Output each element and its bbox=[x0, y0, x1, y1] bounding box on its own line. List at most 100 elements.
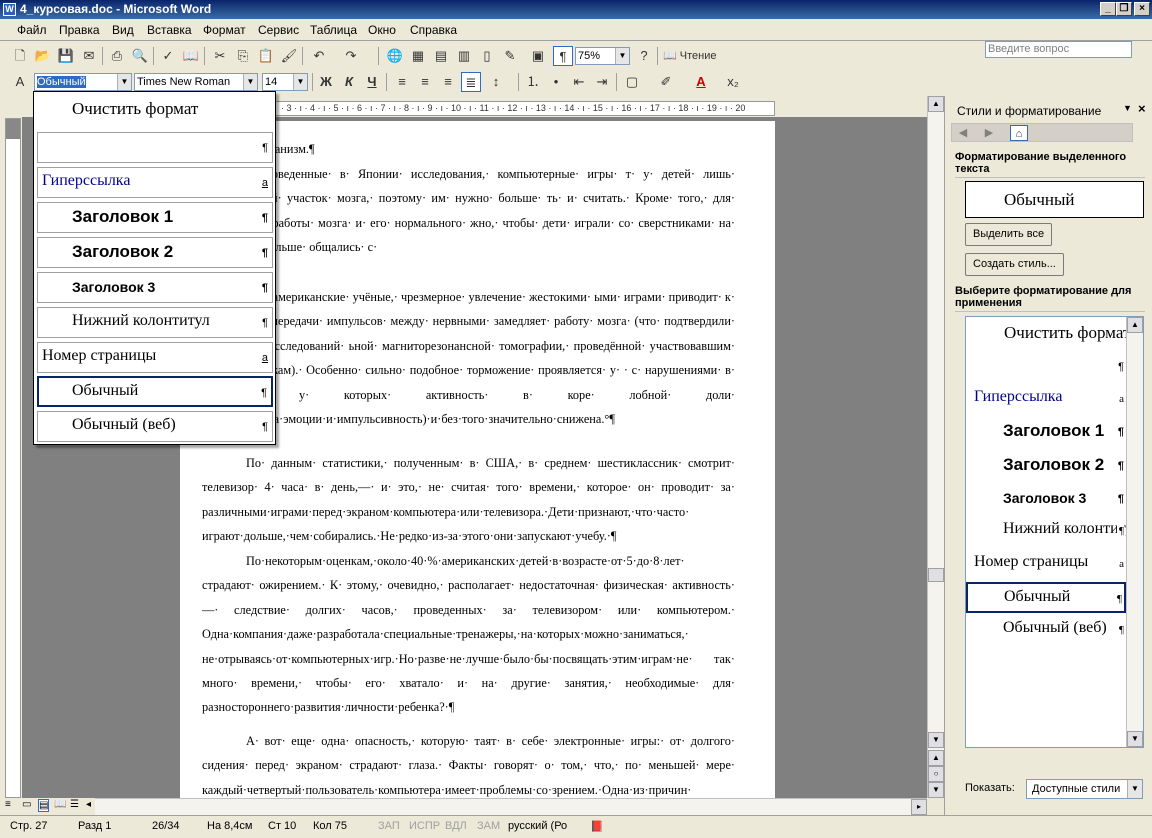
underline-button[interactable]: Ч bbox=[362, 72, 382, 92]
dropdown-style-clear-format[interactable]: Очистить формат bbox=[37, 95, 273, 126]
dropdown-style-normal-web[interactable]: Обычный (веб) ¶ bbox=[37, 411, 273, 442]
insert-table-icon[interactable]: ▤ bbox=[431, 46, 451, 66]
status-track-changes[interactable]: ИСПР bbox=[409, 820, 440, 832]
borders-icon[interactable]: ▢ bbox=[622, 72, 642, 92]
styles-list-scrollbar[interactable]: ▲ ▼ bbox=[1126, 317, 1143, 747]
horizontal-scrollbar[interactable]: ▸ bbox=[95, 798, 927, 815]
paragraph[interactable]: выявили· проведенные· в· Японии· исследо… bbox=[202, 162, 735, 282]
drawing-icon[interactable]: ✎ bbox=[500, 46, 520, 66]
copy-icon[interactable]: ⎘ bbox=[233, 46, 253, 66]
menu-insert[interactable]: Вставка bbox=[147, 23, 192, 37]
new-document-icon[interactable]: 🗋 bbox=[10, 46, 30, 66]
cut-icon[interactable]: ✂ bbox=[210, 46, 230, 66]
pane-style-blank[interactable]: ¶ bbox=[966, 352, 1126, 383]
bold-button[interactable]: Ж bbox=[316, 72, 336, 92]
new-style-button[interactable]: Создать стиль... bbox=[965, 253, 1064, 276]
highlight-icon[interactable]: ✐ bbox=[656, 72, 676, 92]
dropdown-style-hyperlink[interactable]: Гиперссылка a bbox=[37, 167, 273, 198]
scroll-down-icon[interactable]: ▼ bbox=[1127, 731, 1143, 747]
show-hide-marks-icon[interactable]: ¶ bbox=[553, 46, 573, 66]
align-center-icon[interactable]: ≡ bbox=[415, 72, 435, 92]
subscript-icon[interactable]: x₂ bbox=[723, 72, 743, 92]
pane-style-heading2[interactable]: Заголовок 2 ¶ bbox=[966, 451, 1126, 482]
zoom-combo[interactable]: 75% ▼ bbox=[575, 47, 630, 65]
styles-pane-icon[interactable]: A bbox=[10, 72, 30, 92]
print-icon[interactable]: ⎙ bbox=[107, 46, 127, 66]
dropdown-style-heading1[interactable]: Заголовок 1 ¶ bbox=[37, 202, 273, 233]
minimize-button[interactable]: _ bbox=[1100, 2, 1116, 16]
scroll-thumb[interactable] bbox=[928, 568, 944, 582]
menu-edit[interactable]: Правка bbox=[59, 23, 100, 37]
menu-window[interactable]: Окно bbox=[368, 23, 396, 37]
paragraph[interactable]: йствие·на·организм.¶ bbox=[202, 137, 735, 161]
forward-icon[interactable]: ▶ bbox=[980, 125, 998, 141]
vertical-ruler[interactable] bbox=[5, 118, 21, 798]
permission-icon[interactable]: ✉ bbox=[79, 46, 99, 66]
close-button[interactable]: × bbox=[1134, 2, 1150, 16]
dropdown-style-normal[interactable]: Обычный ¶ bbox=[37, 376, 273, 407]
help-icon[interactable]: ? bbox=[634, 46, 654, 66]
chevron-down-icon[interactable]: ▼ bbox=[243, 74, 257, 90]
paragraph[interactable]: По·некоторым·оценкам,·около·40·%·америка… bbox=[202, 549, 735, 720]
normal-view-icon[interactable]: ≡ bbox=[5, 799, 11, 810]
back-icon[interactable]: ◀ bbox=[954, 125, 972, 141]
menu-tools[interactable]: Сервис bbox=[258, 23, 299, 37]
dropdown-style-heading3[interactable]: Заголовок 3 ¶ bbox=[37, 272, 273, 303]
word-app-icon[interactable]: W bbox=[3, 3, 16, 16]
paste-icon[interactable]: 📋 bbox=[256, 46, 276, 66]
scroll-down-icon[interactable]: ▼ bbox=[928, 732, 944, 748]
spelling-icon[interactable]: ✓ bbox=[158, 46, 178, 66]
dropdown-style-heading2[interactable]: Заголовок 2 ¶ bbox=[37, 237, 273, 268]
scroll-up-icon[interactable]: ▲ bbox=[1127, 317, 1143, 333]
chevron-down-icon[interactable]: ▼ bbox=[293, 74, 307, 90]
chevron-down-icon[interactable]: ▼ bbox=[1127, 780, 1142, 798]
current-style-box[interactable]: Обычный bbox=[965, 181, 1144, 218]
paragraph[interactable]: утверждают· американские· учёные,· чрезм… bbox=[202, 285, 735, 456]
status-overtype[interactable]: ЗАМ bbox=[477, 820, 500, 832]
font-color-icon[interactable]: A bbox=[691, 72, 711, 92]
web-view-icon[interactable]: ▭ bbox=[22, 799, 31, 810]
pane-style-page-number[interactable]: Номер страницы a bbox=[966, 549, 1126, 580]
undo-icon[interactable]: ↶ bbox=[309, 46, 329, 66]
save-icon[interactable]: 💾 bbox=[56, 46, 76, 66]
reading-view-icon[interactable]: 📖 bbox=[54, 799, 66, 810]
tables-borders-icon[interactable]: ▦ bbox=[408, 46, 428, 66]
align-left-icon[interactable]: ≡ bbox=[392, 72, 412, 92]
pane-close-icon[interactable]: × bbox=[1138, 101, 1146, 116]
pane-menu-icon[interactable]: ▼ bbox=[1123, 103, 1132, 113]
menu-table[interactable]: Таблица bbox=[310, 23, 357, 37]
columns-icon[interactable]: ▯ bbox=[477, 46, 497, 66]
styles-list[interactable]: Очистить формат ¶ Гиперссылка a Заголовок… bbox=[965, 316, 1144, 748]
pane-style-footer[interactable]: Нижний колонтитул¶ bbox=[966, 516, 1126, 547]
previous-page-icon[interactable]: ▲ bbox=[928, 750, 944, 766]
spelling-status-icon[interactable]: 📕 bbox=[590, 820, 604, 833]
pane-style-normal[interactable]: Обычный ¶ bbox=[966, 582, 1126, 613]
next-page-icon[interactable]: ▼ bbox=[928, 782, 944, 798]
justify-icon[interactable]: ≣ bbox=[461, 72, 481, 92]
italic-button[interactable]: К bbox=[339, 72, 359, 92]
scroll-right-icon[interactable]: ▸ bbox=[911, 799, 927, 815]
paragraph[interactable]: А· вот· еще· одна· опасность,· которую· … bbox=[202, 729, 735, 798]
pane-style-hyperlink[interactable]: Гиперссылка a bbox=[966, 384, 1126, 415]
home-icon[interactable]: ⌂ bbox=[1010, 125, 1028, 141]
redo-icon[interactable]: ↷ bbox=[341, 46, 361, 66]
restore-button[interactable]: ❐ bbox=[1116, 2, 1132, 16]
menu-format[interactable]: Формат bbox=[203, 23, 246, 37]
align-right-icon[interactable]: ≡ bbox=[438, 72, 458, 92]
status-record[interactable]: ЗАП bbox=[378, 820, 400, 832]
pane-style-clear-format[interactable]: Очистить формат bbox=[966, 319, 1126, 350]
hyperlink-icon[interactable]: 🌐 bbox=[385, 46, 405, 66]
chevron-down-icon[interactable]: ▼ bbox=[117, 74, 131, 90]
print-layout-icon[interactable]: ▤ bbox=[38, 799, 50, 812]
dropdown-style-blank[interactable]: ¶ bbox=[37, 132, 273, 163]
increase-indent-icon[interactable]: ⇥ bbox=[592, 72, 612, 92]
font-combo[interactable]: Times New Roman ▼ bbox=[134, 73, 258, 91]
status-extend[interactable]: ВДЛ bbox=[445, 820, 467, 832]
print-preview-icon[interactable]: 🔍 bbox=[130, 46, 150, 66]
menu-help[interactable]: Справка bbox=[410, 23, 457, 37]
chevron-down-icon[interactable]: ▼ bbox=[615, 48, 629, 64]
scroll-up-icon[interactable]: ▲ bbox=[928, 96, 944, 112]
format-painter-icon[interactable]: 🖌 bbox=[279, 46, 299, 66]
select-all-button[interactable]: Выделить все bbox=[965, 223, 1053, 246]
menu-file[interactable]: Файл bbox=[17, 23, 47, 37]
